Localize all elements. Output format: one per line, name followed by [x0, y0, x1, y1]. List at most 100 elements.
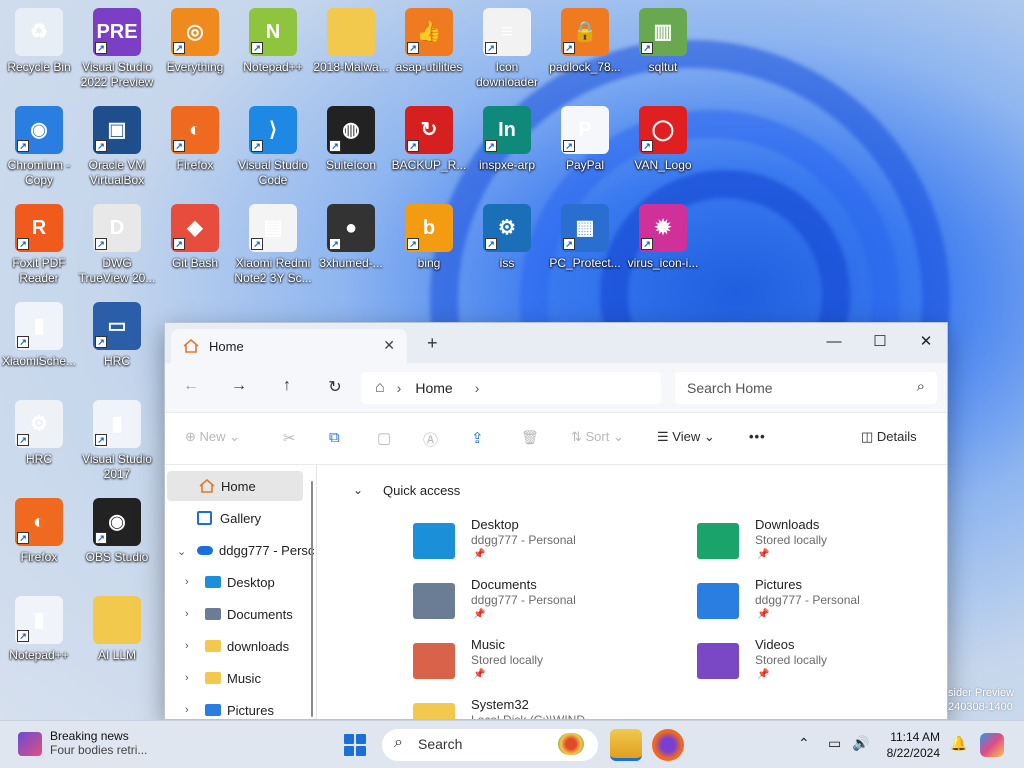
sidebar-item-downloads[interactable]: downloads	[205, 631, 289, 661]
desktop-icon[interactable]: AI LLM	[78, 596, 156, 663]
sidebar-item-pictures[interactable]: Pictures	[205, 695, 274, 719]
desktop-icon[interactable]: ▮ ↗ Visual Studio 2017	[78, 400, 156, 482]
desktop-icon[interactable]: N ↗ Notepad++	[234, 8, 312, 75]
quick-access-item[interactable]: System32 Local Disk (C:)\WIND...	[413, 697, 683, 719]
quick-access-item[interactable]: Music Stored locally 📌	[413, 637, 683, 693]
view-button[interactable]: ☰ View ⌄	[657, 429, 715, 445]
chevron-right-icon[interactable]: ›	[185, 704, 189, 716]
desktop-icon[interactable]: ♻ Recycle Bin	[0, 8, 78, 75]
back-button[interactable]: ←	[179, 377, 203, 395]
clock[interactable]: 11:14 AM 8/22/2024	[876, 729, 940, 761]
chevron-right-icon[interactable]: ›	[185, 672, 189, 684]
new-tab-button[interactable]: +	[427, 333, 438, 354]
desktop-icon[interactable]: In ↗ inspxe-arp	[468, 106, 546, 173]
desktop-icon[interactable]: ▦ ↗ PC_Protect...	[546, 204, 624, 271]
show-hidden-icons-chevron-icon[interactable]: ⌃	[798, 735, 810, 752]
desktop-icon[interactable]: ◐ ↗ Firefox	[0, 498, 78, 565]
desktop-icon-label: Recycle Bin	[7, 60, 71, 74]
sidebar-item-onedrive[interactable]: ddgg777 - Persc	[197, 535, 314, 565]
chevron-down-icon[interactable]: ⌄	[177, 545, 186, 558]
desktop-icon[interactable]: ↻ ↗ BACKUP_R...	[390, 106, 468, 173]
sidebar-item-music[interactable]: Music	[205, 663, 261, 693]
desktop-icon[interactable]: ◍ ↗ SuiteIcon	[312, 106, 390, 173]
volume-icon[interactable]: 🔊	[852, 735, 869, 752]
copy-icon[interactable]: ⧉	[329, 429, 340, 446]
folder-icon	[205, 640, 221, 652]
chevron-right-icon[interactable]: ›	[185, 640, 189, 652]
desktop-icon[interactable]: ◯ ↗ VAN_Logo	[624, 106, 702, 173]
paste-icon[interactable]: ▢	[377, 429, 391, 447]
desktop-icon[interactable]: 2018-Malwa...	[312, 8, 390, 75]
quick-access-item[interactable]: Pictures ddgg777 - Personal 📌	[697, 577, 947, 633]
folder-name: Documents	[471, 577, 537, 592]
close-button[interactable]: ✕	[903, 327, 947, 357]
desktop-icon[interactable]: ◉ ↗ Chromium - Copy	[0, 106, 78, 188]
desktop-icon[interactable]: ● ↗ 3xhumed-...	[312, 204, 390, 271]
address-bar[interactable]: ⌂ › Home ›	[361, 372, 661, 404]
desktop-icon[interactable]: ▮ ↗ XiaomiSche...	[0, 302, 78, 369]
taskbar-search[interactable]: ⌕ Search	[382, 729, 598, 761]
quick-access-item[interactable]: Videos Stored locally 📌	[697, 637, 947, 693]
desktop-icon[interactable]: ▤ ↗ Xiaomi Redmi Note2 3Y Sc...	[234, 204, 312, 286]
rename-icon[interactable]: Ⓐ	[423, 429, 438, 450]
desktop-icon[interactable]: ◎ ↗ Everything	[156, 8, 234, 75]
sort-button[interactable]: ⇅ Sort ⌄	[571, 429, 624, 445]
quick-access-item[interactable]: Downloads Stored locally 📌	[697, 517, 947, 573]
quick-access-header[interactable]: Quick access	[383, 483, 460, 498]
desktop-icon[interactable]: ▭ ↗ HRC	[78, 302, 156, 369]
more-options-icon[interactable]: •••	[749, 429, 766, 444]
sidebar-item-home[interactable]: Home	[167, 471, 303, 501]
tab-home[interactable]: Home ✕	[171, 329, 407, 363]
start-button[interactable]	[344, 734, 366, 756]
desktop-icon[interactable]: PRE ↗ Visual Studio 2022 Preview	[78, 8, 156, 90]
up-button[interactable]: ↑	[275, 377, 299, 395]
sidebar-item-desktop[interactable]: Desktop	[205, 567, 275, 597]
cut-icon[interactable]: ✂	[283, 429, 296, 447]
minimize-button[interactable]: —	[811, 327, 857, 357]
sidebar-item-documents[interactable]: Documents	[205, 599, 293, 629]
desktop-icon[interactable]: ◆ ↗ Git Bash	[156, 204, 234, 271]
refresh-button[interactable]: ↻	[323, 377, 347, 397]
sidebar-item-gallery[interactable]: Gallery	[197, 503, 261, 533]
tab-close-icon[interactable]: ✕	[383, 337, 395, 354]
network-icon[interactable]: ▭	[828, 735, 841, 752]
desktop-icon[interactable]: ◐ ↗ Firefox	[156, 106, 234, 173]
breadcrumb-home[interactable]: Home	[415, 380, 452, 396]
sidebar-scrollbar[interactable]	[311, 481, 313, 717]
delete-icon[interactable]: 🗑	[521, 429, 539, 446]
quick-access-item[interactable]: Desktop ddgg777 - Personal 📌	[413, 517, 683, 573]
details-button[interactable]: ◫ Details	[861, 429, 917, 445]
quick-access-item[interactable]: Documents ddgg777 - Personal 📌	[413, 577, 683, 633]
desktop-icon[interactable]: 🔒 ↗ padlock_78...	[546, 8, 624, 75]
search-input[interactable]: Search Home ⌕	[675, 372, 937, 404]
file-explorer-taskbar-icon[interactable]	[610, 729, 642, 761]
firefox-taskbar-icon[interactable]	[652, 729, 684, 761]
desktop-icon[interactable]: D ↗ DWG TrueView 20...	[78, 204, 156, 286]
desktop-icon[interactable]: 👍 ↗ asap-utilities	[390, 8, 468, 75]
news-widget[interactable]: Breaking news Four bodies retri...	[18, 729, 147, 757]
new-button[interactable]: ⊕ New ⌄	[185, 429, 240, 445]
forward-button[interactable]: →	[227, 377, 251, 395]
desktop-icon[interactable]: ⚙ ↗ iss	[468, 204, 546, 271]
maximize-button[interactable]: ☐	[857, 327, 903, 357]
desktop-icon[interactable]: ▮ ↗ Notepad++	[0, 596, 78, 663]
pin-icon: 📌	[473, 549, 486, 560]
desktop-icon[interactable]: P ↗ PayPal	[546, 106, 624, 173]
desktop-icon[interactable]: ◉ ↗ OBS Studio	[78, 498, 156, 565]
desktop-icon[interactable]: b ↗ bing	[390, 204, 468, 271]
copilot-icon[interactable]	[980, 733, 1004, 757]
chevron-down-icon[interactable]: ⌄	[353, 483, 363, 497]
desktop-icon[interactable]: R ↗ Foxit PDF Reader	[0, 204, 78, 286]
notification-bell-icon[interactable]: 🔔	[950, 735, 967, 752]
chevron-right-icon[interactable]: ›	[185, 608, 189, 620]
desktop-icon[interactable]: ✹ ↗ virus_icon-i...	[624, 204, 702, 271]
breadcrumb-chevron-icon[interactable]: ›	[475, 380, 480, 396]
desktop-icon[interactable]: ▣ ↗ Oracle VM VirtualBox	[78, 106, 156, 188]
desktop-icon[interactable]: ≡ ↗ Icon downloader	[468, 8, 546, 90]
desktop-icon[interactable]: ⚙ ↗ HRC	[0, 400, 78, 467]
desktop-icon[interactable]: ▥ ↗ sqltut	[624, 8, 702, 75]
chevron-right-icon[interactable]: ›	[185, 576, 189, 588]
share-icon[interactable]: ⇪	[471, 429, 484, 447]
news-subtitle: Four bodies retri...	[50, 743, 148, 757]
desktop-icon[interactable]: ⟩ ↗ Visual Studio Code	[234, 106, 312, 188]
